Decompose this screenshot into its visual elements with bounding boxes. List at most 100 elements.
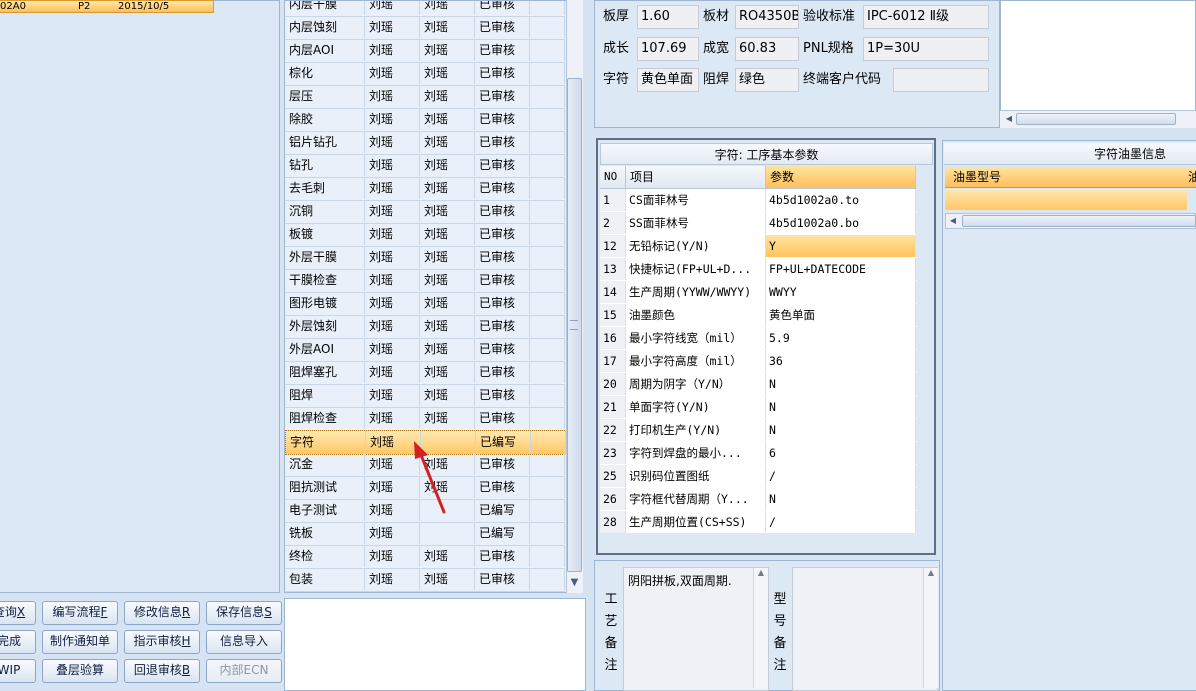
process-row[interactable]: 外层AOI 刘瑶 刘瑶 已审核 — [285, 338, 565, 362]
param-value-cell[interactable]: 36 — [766, 350, 916, 372]
process-row[interactable]: 除胶 刘瑶 刘瑶 已审核 — [285, 108, 565, 132]
process-status-cell: 已审核 — [475, 453, 530, 475]
thickness-field[interactable]: 1.60 — [637, 5, 699, 29]
param-value-cell[interactable]: 4b5d1002a0.bo — [766, 212, 916, 234]
process-row[interactable]: 铣板 刘瑶 已编写 — [285, 522, 565, 546]
process-row[interactable]: 内层干膜 刘瑶 刘瑶 已审核 — [285, 1, 565, 17]
param-value-cell[interactable]: 黄色单面 — [766, 304, 916, 326]
process-row[interactable]: 图形电镀 刘瑶 刘瑶 已审核 — [285, 292, 565, 316]
param-value-cell[interactable]: N — [766, 419, 916, 441]
process-remark-box[interactable]: 阴阳拼板,双面周期. — [623, 567, 769, 691]
process-row[interactable]: 阻焊 刘瑶 刘瑶 已审核 — [285, 384, 565, 408]
ink-extra-header[interactable]: 油 — [1188, 167, 1196, 188]
process-row[interactable]: 字符 刘瑶 已编写 — [285, 430, 567, 455]
param-row[interactable]: 26 字符框代替周期（Y... N — [600, 488, 916, 512]
process-row[interactable]: 外层干膜 刘瑶 刘瑶 已审核 — [285, 246, 565, 270]
param-row[interactable]: 12 无铅标记(Y/N) Y — [600, 235, 916, 259]
param-row[interactable]: 23 字符到焊盘的最小... 6 — [600, 442, 916, 466]
param-row[interactable]: 16 最小字符线宽（mil） 5.9 — [600, 327, 916, 351]
param-value-cell[interactable]: 4b5d1002a0.to — [766, 189, 916, 211]
process-memo-box[interactable] — [284, 598, 586, 691]
action-button[interactable]: 完成 — [0, 630, 36, 654]
process-c2-cell: 刘瑶 — [420, 545, 475, 567]
process-row[interactable]: 去毛刺 刘瑶 刘瑶 已审核 — [285, 177, 565, 201]
ink-type-header[interactable]: 油墨型号 — [953, 167, 1001, 188]
scroll-down-arrow-icon[interactable]: ▼ — [567, 575, 582, 591]
col-item-header[interactable]: 项目 — [626, 166, 766, 188]
param-row[interactable]: 14 生产周期(YYWW/WWYY) WWYY — [600, 281, 916, 305]
order-list-row-selected[interactable]: 02A0 P2 2015/10/5 — [0, 0, 214, 13]
process-row[interactable]: 阻抗测试 刘瑶 刘瑶 已审核 — [285, 476, 565, 500]
action-button[interactable]: 保存信息S — [206, 601, 282, 625]
process-row[interactable]: 棕化 刘瑶 刘瑶 已审核 — [285, 62, 565, 86]
process-row[interactable]: 包装 刘瑶 刘瑶 已审核 — [285, 568, 565, 592]
length-field[interactable]: 107.69 — [637, 37, 699, 61]
param-row[interactable]: 1 CS面菲林号 4b5d1002a0.to — [600, 189, 916, 213]
process-row[interactable]: 外层蚀刻 刘瑶 刘瑶 已审核 — [285, 315, 565, 339]
action-button[interactable]: 编写流程F — [42, 601, 118, 625]
param-row[interactable]: 22 打印机生产(Y/N) N — [600, 419, 916, 443]
param-row[interactable]: 15 油墨颜色 黄色单面 — [600, 304, 916, 328]
process-row[interactable]: 内层蚀刻 刘瑶 刘瑶 已审核 — [285, 16, 565, 40]
param-value-cell[interactable]: / — [766, 511, 916, 533]
param-row[interactable]: 20 周期为阴字（Y/N） N — [600, 373, 916, 397]
param-row[interactable]: 28 生产周期位置(CS+SS) / — [600, 511, 916, 535]
model-remark-box[interactable] — [792, 567, 938, 691]
action-button[interactable]: 信息导入 — [206, 630, 282, 654]
button-label: 编写流程 — [52, 605, 101, 619]
param-value-cell[interactable]: / — [766, 465, 916, 487]
param-value-cell[interactable]: FP+UL+DATECODE — [766, 258, 916, 280]
action-button[interactable]: WIP — [0, 659, 36, 683]
standard-field[interactable]: IPC-6012 Ⅱ级 — [863, 5, 989, 29]
process-empty-cell — [530, 522, 565, 544]
scroll-left-arrow-icon[interactable]: ◀ — [1003, 112, 1015, 126]
process-row[interactable]: 钻孔 刘瑶 刘瑶 已审核 — [285, 154, 565, 178]
param-row[interactable]: 2 SS面菲林号 4b5d1002a0.bo — [600, 212, 916, 236]
param-value-cell[interactable]: N — [766, 373, 916, 395]
process-row[interactable]: 层压 刘瑶 刘瑶 已审核 — [285, 85, 565, 109]
top-right-hscroll-thumb[interactable] — [1016, 113, 1176, 125]
action-button[interactable]: 回退审核B — [124, 659, 200, 683]
param-row[interactable]: 17 最小字符高度（mil） 36 — [600, 350, 916, 374]
process-row[interactable]: 铝片钻孔 刘瑶 刘瑶 已审核 — [285, 131, 565, 155]
param-value-cell[interactable]: 6 — [766, 442, 916, 464]
param-value-cell[interactable]: N — [766, 488, 916, 510]
process-row[interactable]: 阻焊检查 刘瑶 刘瑶 已审核 — [285, 407, 565, 431]
process-row[interactable]: 沉金 刘瑶 刘瑶 已审核 — [285, 453, 565, 477]
order-list-pane[interactable] — [0, 0, 280, 593]
process-row[interactable]: 内层AOI 刘瑶 刘瑶 已审核 — [285, 39, 565, 63]
process-row[interactable]: 沉铜 刘瑶 刘瑶 已审核 — [285, 200, 565, 224]
process-row[interactable]: 干膜检查 刘瑶 刘瑶 已审核 — [285, 269, 565, 293]
ink-hscroll-thumb[interactable] — [962, 215, 1196, 227]
mask-field[interactable]: 绿色 — [735, 68, 799, 92]
pnl-field[interactable]: 1P=30U — [863, 37, 989, 61]
material-field[interactable]: RO4350B — [735, 5, 799, 29]
param-value-cell[interactable]: 5.9 — [766, 327, 916, 349]
param-row[interactable]: 25 识别码位置图纸 / — [600, 465, 916, 489]
action-button[interactable]: 指示审核H — [124, 630, 200, 654]
ink-scroll-left-icon[interactable]: ◀ — [947, 214, 959, 228]
action-button[interactable]: 叠层验算 — [42, 659, 118, 683]
param-value-cell[interactable]: WWYY — [766, 281, 916, 303]
process-row[interactable]: 电子测试 刘瑶 已编写 — [285, 499, 565, 523]
top-right-list[interactable] — [1000, 0, 1196, 128]
action-button[interactable]: 修改信息R — [124, 601, 200, 625]
process-row[interactable]: 终检 刘瑶 刘瑶 已审核 — [285, 545, 565, 569]
param-value-cell[interactable]: N — [766, 396, 916, 418]
param-row[interactable]: 13 快捷标记(FP+UL+D... FP+UL+DATECODE — [600, 258, 916, 282]
process-row[interactable]: 阻焊塞孔 刘瑶 刘瑶 已审核 — [285, 361, 565, 385]
process-row[interactable]: 板镀 刘瑶 刘瑶 已审核 — [285, 223, 565, 247]
param-row[interactable]: 21 单面字符(Y/N) N — [600, 396, 916, 420]
customer-field[interactable] — [893, 68, 989, 92]
width-field[interactable]: 60.83 — [735, 37, 799, 61]
model-remark-scrollbar[interactable]: ▲ — [923, 568, 938, 688]
col-no-header[interactable]: NO — [600, 166, 626, 188]
ink-grid-row[interactable] — [945, 189, 1187, 210]
col-value-header[interactable]: 参数 — [766, 166, 916, 188]
param-value-cell[interactable]: Y — [766, 235, 916, 257]
char-field[interactable]: 黄色单面 — [637, 68, 699, 92]
action-button[interactable]: 查询X — [0, 601, 36, 625]
process-remark-scrollbar[interactable]: ▲ — [753, 568, 768, 688]
process-flow-grid[interactable]: 内层干膜 刘瑶 刘瑶 已审核 内层蚀刻 刘瑶 刘瑶 已审核 内层AOI 刘瑶 刘瑶 已审核 棕化 刘瑶 刘瑶… — [284, 0, 568, 593]
action-button[interactable]: 制作通知单 — [42, 630, 118, 654]
